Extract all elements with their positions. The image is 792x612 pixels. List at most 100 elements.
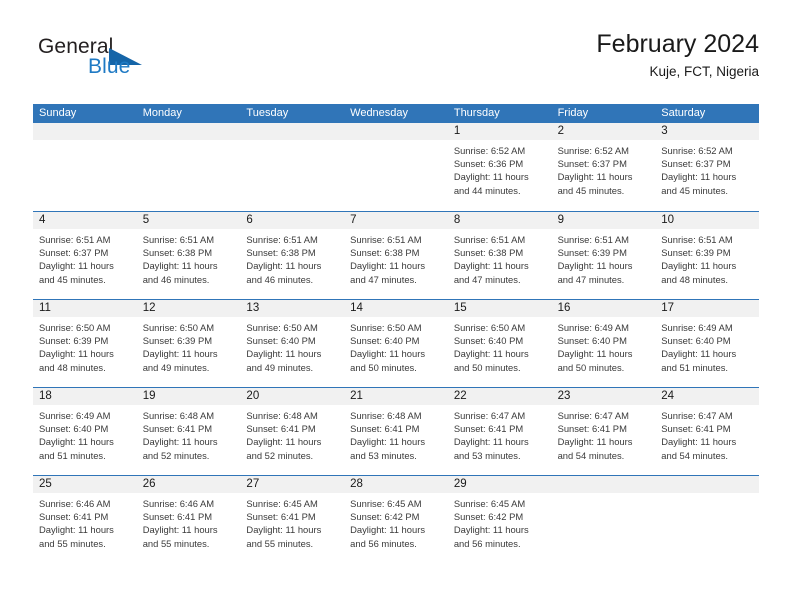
- day-number: 22: [453, 390, 467, 402]
- calendar-day-cell[interactable]: 5 Sunrise: 6:51 AM Sunset: 6:38 PM Daylight…: [136, 212, 241, 299]
- sunset-text: Sunset: 6:40 PM: [557, 335, 627, 347]
- day-number-band: 17: [655, 300, 759, 317]
- calendar-day-cell[interactable]: 21 Sunrise: 6:48 AM Sunset: 6:41 PM Dayligh…: [344, 388, 448, 475]
- weekday-header-wednesday: Wednesday: [350, 107, 409, 119]
- calendar-day-cell[interactable]: 24 Sunrise: 6:47 AM Sunset: 6:41 PM Dayligh…: [655, 388, 759, 475]
- day-number: 3: [661, 125, 668, 137]
- sunset-text: Sunset: 6:36 PM: [453, 158, 524, 170]
- calendar-day-cell[interactable]: 14 Sunrise: 6:50 AM Sunset: 6:40 PM Dayligh…: [344, 300, 448, 387]
- day-number-band: 9: [551, 212, 656, 229]
- sunrise-text: Sunrise: 6:51 AM: [246, 234, 318, 245]
- calendar-day-cell[interactable]: 17 Sunrise: 6:49 AM Sunset: 6:40 PM Dayligh…: [655, 300, 759, 387]
- sunset-text: Sunset: 6:39 PM: [39, 335, 109, 347]
- calendar-day-cell[interactable]: 22 Sunrise: 6:47 AM Sunset: 6:41 PM Dayligh…: [447, 388, 552, 475]
- calendar-day-cell[interactable]: 12 Sunrise: 6:50 AM Sunset: 6:39 PM Dayligh…: [136, 300, 241, 387]
- calendar-day-cell[interactable]: 6 Sunrise: 6:51 AM Sunset: 6:38 PM Daylight…: [240, 212, 345, 299]
- day-details: Sunrise: 6:52 AM Sunset: 6:37 PM Daylight:…: [552, 140, 656, 197]
- general-blue-logo[interactable]: General Blue: [33, 34, 253, 90]
- sunrise-text: Sunrise: 6:48 AM: [350, 410, 422, 421]
- day-number-band: 10: [655, 212, 759, 229]
- day-number: 29: [453, 478, 467, 490]
- sunset-text: Sunset: 6:41 PM: [557, 423, 627, 435]
- day-number-band: 18: [33, 388, 137, 405]
- day-number: 19: [142, 390, 156, 402]
- calendar-day-cell-empty: [344, 123, 448, 211]
- day-details: Sunrise: 6:50 AM Sunset: 6:40 PM Daylight:…: [344, 317, 448, 374]
- sunrise-text: Sunrise: 6:45 AM: [350, 498, 422, 509]
- sunset-text: Sunset: 6:37 PM: [661, 158, 731, 170]
- calendar-week-row: 18 Sunrise: 6:49 AM Sunset: 6:40 PM Dayligh…: [33, 387, 759, 475]
- sunrise-text: Sunrise: 6:48 AM: [246, 410, 318, 421]
- daylight-text: Daylight: 11 hours and 54 minutes.: [661, 436, 737, 461]
- daylight-text: Daylight: 11 hours and 50 minutes.: [557, 348, 633, 373]
- calendar-day-cell[interactable]: 1 Sunrise: 6:52 AM Sunset: 6:36 PM Daylight…: [447, 123, 552, 211]
- sunrise-text: Sunrise: 6:51 AM: [557, 234, 629, 245]
- calendar-day-cell-empty: [33, 123, 137, 211]
- day-number-band: 3: [655, 123, 759, 140]
- sunrise-text: Sunrise: 6:51 AM: [142, 234, 215, 245]
- day-number: 13: [246, 302, 260, 314]
- calendar-day-cell[interactable]: 26 Sunrise: 6:46 AM Sunset: 6:41 PM Dayligh…: [136, 476, 241, 563]
- calendar-day-cell[interactable]: 23 Sunrise: 6:47 AM Sunset: 6:41 PM Dayligh…: [551, 388, 656, 475]
- sunrise-text: Sunrise: 6:46 AM: [142, 498, 215, 509]
- page-title: February 2024: [596, 30, 759, 58]
- sunset-text: Sunset: 6:39 PM: [557, 247, 627, 259]
- day-number-band: 19: [136, 388, 241, 405]
- calendar-day-cell[interactable]: 18 Sunrise: 6:49 AM Sunset: 6:40 PM Dayligh…: [33, 388, 137, 475]
- sunset-text: Sunset: 6:38 PM: [142, 247, 213, 259]
- sunset-text: Sunset: 6:40 PM: [661, 335, 731, 347]
- calendar-day-cell[interactable]: 25 Sunrise: 6:46 AM Sunset: 6:41 PM Dayligh…: [33, 476, 137, 563]
- daylight-text: Daylight: 11 hours and 49 minutes.: [142, 348, 218, 373]
- logo-text-blue: Blue: [88, 55, 131, 78]
- page-header: General Blue February 2024 Kuje, FCT, Ni…: [33, 30, 759, 98]
- calendar-day-cell[interactable]: 4 Sunrise: 6:51 AM Sunset: 6:37 PM Daylight…: [33, 212, 137, 299]
- sunset-text: Sunset: 6:41 PM: [246, 423, 316, 435]
- day-number-band: [136, 123, 241, 140]
- calendar-day-cell[interactable]: 9 Sunrise: 6:51 AM Sunset: 6:39 PM Daylight…: [551, 212, 656, 299]
- calendar-day-cell[interactable]: 13 Sunrise: 6:50 AM Sunset: 6:40 PM Dayligh…: [240, 300, 345, 387]
- daylight-text: Daylight: 11 hours and 46 minutes.: [246, 260, 322, 285]
- sunrise-text: Sunrise: 6:48 AM: [142, 410, 215, 421]
- weekday-header-sunday: Sunday: [39, 107, 77, 119]
- daylight-text: Daylight: 11 hours and 44 minutes.: [453, 171, 529, 196]
- day-number-band: 29: [447, 476, 552, 493]
- calendar-day-cell[interactable]: 19 Sunrise: 6:48 AM Sunset: 6:41 PM Dayligh…: [136, 388, 241, 475]
- day-details: Sunrise: 6:51 AM Sunset: 6:38 PM Daylight:…: [137, 229, 241, 286]
- day-details: Sunrise: 6:50 AM Sunset: 6:39 PM Daylight:…: [137, 317, 241, 374]
- day-details: Sunrise: 6:51 AM Sunset: 6:39 PM Daylight:…: [655, 229, 759, 286]
- day-number-band: 8: [447, 212, 552, 229]
- calendar-day-cell[interactable]: 15 Sunrise: 6:50 AM Sunset: 6:40 PM Dayligh…: [447, 300, 552, 387]
- day-number: 20: [246, 390, 260, 402]
- calendar-day-cell[interactable]: 29 Sunrise: 6:45 AM Sunset: 6:42 PM Dayligh…: [447, 476, 552, 563]
- calendar-day-cell-empty: [655, 476, 759, 563]
- weekday-header-tuesday: Tuesday: [246, 107, 289, 119]
- calendar-day-cell[interactable]: 10 Sunrise: 6:51 AM Sunset: 6:39 PM Dayligh…: [655, 212, 759, 299]
- daylight-text: Daylight: 11 hours and 45 minutes.: [661, 171, 737, 196]
- calendar-page: General Blue February 2024 Kuje, FCT, Ni…: [0, 0, 792, 612]
- calendar-day-cell[interactable]: 20 Sunrise: 6:48 AM Sunset: 6:41 PM Dayligh…: [240, 388, 345, 475]
- weekday-header-monday: Monday: [142, 107, 182, 119]
- calendar-day-cell[interactable]: 8 Sunrise: 6:51 AM Sunset: 6:38 PM Daylight…: [447, 212, 552, 299]
- calendar-day-cell[interactable]: 27 Sunrise: 6:45 AM Sunset: 6:41 PM Dayligh…: [240, 476, 345, 563]
- daylight-text: Daylight: 11 hours and 48 minutes.: [39, 348, 114, 373]
- day-number-band: [33, 123, 137, 140]
- day-number: 18: [39, 390, 52, 402]
- sunset-text: Sunset: 6:37 PM: [39, 247, 109, 259]
- day-number-band: 12: [136, 300, 241, 317]
- sunrise-text: Sunrise: 6:47 AM: [557, 410, 629, 421]
- day-number-band: 4: [33, 212, 137, 229]
- daylight-text: Daylight: 11 hours and 47 minutes.: [453, 260, 529, 285]
- day-number-band: 6: [240, 212, 345, 229]
- daylight-text: Daylight: 11 hours and 51 minutes.: [39, 436, 114, 461]
- day-number: 17: [661, 302, 675, 314]
- calendar-day-cell[interactable]: 3 Sunrise: 6:52 AM Sunset: 6:37 PM Daylight…: [655, 123, 759, 211]
- day-number: 16: [557, 302, 571, 314]
- daylight-text: Daylight: 11 hours and 55 minutes.: [142, 524, 218, 549]
- calendar-day-cell[interactable]: 16 Sunrise: 6:49 AM Sunset: 6:40 PM Dayligh…: [551, 300, 656, 387]
- calendar-day-cell[interactable]: 7 Sunrise: 6:51 AM Sunset: 6:38 PM Daylight…: [344, 212, 448, 299]
- day-number: 8: [453, 214, 461, 226]
- calendar-day-cell[interactable]: 28 Sunrise: 6:45 AM Sunset: 6:42 PM Dayligh…: [344, 476, 448, 563]
- day-number: 21: [350, 390, 363, 402]
- calendar-day-cell[interactable]: 2 Sunrise: 6:52 AM Sunset: 6:37 PM Daylight…: [551, 123, 656, 211]
- calendar-day-cell[interactable]: 11 Sunrise: 6:50 AM Sunset: 6:39 PM Dayligh…: [33, 300, 137, 387]
